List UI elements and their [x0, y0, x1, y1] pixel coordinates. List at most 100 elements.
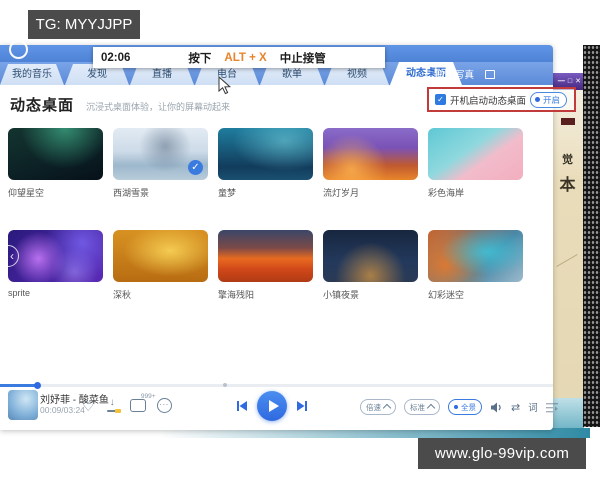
comment-icon[interactable]: 999+: [129, 393, 156, 412]
album-art[interactable]: [8, 390, 38, 420]
player-bar: 刘妤菲 - 酸菜鱼 00:09/03:24 ♡ ↓ 999+ ··· 倍速 标准…: [0, 382, 558, 430]
takeover-time: 02:06: [101, 51, 131, 64]
wallpaper-thumbnail[interactable]: [428, 128, 523, 180]
toggle-dot-icon: [535, 97, 541, 102]
wallpaper-thumbnail[interactable]: [218, 128, 313, 180]
chevron-up-icon: [426, 403, 436, 413]
panorama-label: 全景: [461, 402, 476, 412]
wallpaper-card[interactable]: 流灯岁月: [323, 128, 418, 199]
lyrics-toggle[interactable]: 词: [528, 400, 538, 414]
wallpaper-card[interactable]: ‹ sprite: [8, 230, 103, 301]
more-icon[interactable]: ···: [156, 398, 172, 413]
download-vip-badge: [114, 409, 121, 413]
wallpaper-card[interactable]: 幻彩迷空: [428, 230, 523, 301]
playlist-icon[interactable]: [545, 402, 558, 413]
takeover-notice-bar: 02:06 按下 ALT + X 中止接管: [93, 47, 385, 68]
wallpaper-name: 擎海残阳: [218, 290, 255, 300]
wallpaper-name: 小镇夜景: [323, 290, 360, 300]
like-icon[interactable]: ♡: [82, 399, 95, 413]
selected-check-icon: ✓: [188, 160, 203, 175]
wallpaper-thumbnail[interactable]: ✓: [113, 128, 208, 180]
mouse-cursor: [218, 76, 232, 95]
wallpaper-card[interactable]: 仰望星空: [8, 128, 103, 199]
wallpaper-thumbnail[interactable]: [323, 230, 418, 282]
skin-icon[interactable]: [485, 69, 495, 79]
takeover-hotkey: ALT + X: [224, 51, 267, 64]
annotation-highlight-box: ✓ 开机启动动态桌面 开启: [427, 87, 576, 112]
play-button[interactable]: [257, 391, 287, 421]
progress-bar[interactable]: [0, 382, 553, 389]
wallpaper-thumbnail[interactable]: [323, 128, 418, 180]
wallpaper-card[interactable]: 彩色海岸: [428, 128, 523, 199]
desktop-wallpaper-edge: [583, 45, 600, 427]
decorative-line: [556, 254, 578, 267]
lyrics-photo-label: 歌词写真: [435, 70, 474, 81]
playback-time: 00:09/03:24: [40, 405, 85, 415]
panorama-button[interactable]: 全景: [448, 399, 482, 415]
screen: TG: MYYJJPP — □ ✕ 觉 本 02:06 按下 ALT + X 中…: [0, 0, 600, 480]
page-title: 动态桌面: [10, 97, 75, 114]
song-action-icons: ♡ ↓ 999+ ···: [82, 393, 172, 413]
dynamic-desktop-panel: 动态桌面 沉浸式桌面体验，让你的屏幕动起来 ✓ 开机启动动态桌面 开启 仰望星空…: [0, 85, 576, 385]
play-mode-icon[interactable]: ⇄: [511, 401, 520, 414]
toggle-label: 开启: [543, 94, 561, 105]
wallpaper-thumbnail[interactable]: [428, 230, 523, 282]
wallpaper-thumbnail[interactable]: [113, 230, 208, 282]
maximize-icon[interactable]: □: [568, 78, 572, 85]
wallpaper-card[interactable]: 小镇夜景: [323, 230, 418, 301]
takeover-stop-label: 中止接管: [279, 52, 326, 65]
autostart-label: 开机启动动态桌面: [450, 95, 527, 107]
wallpaper-card[interactable]: 童梦: [218, 128, 313, 199]
autostart-checkbox[interactable]: ✓: [435, 94, 446, 105]
speed-label: 倍速: [366, 402, 381, 412]
carousel-prev-icon[interactable]: ‹: [8, 245, 19, 267]
tg-watermark: TG: MYYJJPP: [28, 10, 140, 39]
wallpaper-name: 彩色海岸: [428, 188, 465, 198]
minimize-icon[interactable]: —: [558, 78, 565, 85]
wallpaper-name: sprite: [8, 288, 31, 298]
page-subtitle: 沉浸式桌面体验，让你的屏幕动起来: [86, 102, 231, 112]
text-fragment: 觉: [562, 154, 573, 166]
text-block-fragment: [560, 118, 575, 125]
progress-handle[interactable]: [34, 382, 41, 389]
progress-marker: [223, 383, 227, 387]
tab-我的音乐[interactable]: 我的音乐: [0, 64, 64, 85]
quality-button[interactable]: 标准: [404, 399, 440, 415]
close-icon[interactable]: ✕: [575, 78, 581, 85]
music-app-window: 02:06 按下 ALT + X 中止接管 我的音乐 发现 直播 电台 歌单 视频 动态桌面…: [0, 40, 576, 430]
download-icon[interactable]: ↓: [106, 397, 121, 413]
hamburger-icon: ☰: [422, 68, 431, 79]
lyrics-photo-button[interactable]: ☰ 歌词写真: [423, 67, 495, 81]
wallpaper-name: 仰望星空: [8, 188, 45, 198]
background-window-content: 觉 本: [551, 90, 584, 398]
url-watermark: www.glo-99vip.com: [418, 438, 586, 469]
previous-track-icon[interactable]: [236, 400, 248, 412]
playback-controls: [236, 391, 308, 421]
app-logo-icon: [9, 40, 28, 59]
download-arrow: ↓: [109, 397, 115, 408]
wallpaper-name: 西湖雪景: [113, 188, 150, 198]
dynamic-desktop-toggle[interactable]: 开启: [530, 91, 568, 108]
wallpaper-thumbnail[interactable]: [8, 128, 103, 180]
wallpaper-thumbnail[interactable]: [218, 230, 313, 282]
wallpaper-card[interactable]: 深秋: [113, 230, 208, 301]
speed-button[interactable]: 倍速: [360, 399, 396, 415]
takeover-press-label: 按下: [188, 52, 212, 65]
volume-icon[interactable]: [490, 402, 503, 413]
player-settings: 倍速 标准 全景 ⇄ 词: [360, 399, 558, 415]
comment-count-badge: 999+: [140, 393, 156, 400]
wallpaper-card[interactable]: ✓ 西湖雪景: [113, 128, 208, 199]
panorama-dot-icon: [454, 405, 458, 409]
quality-label: 标准: [410, 402, 425, 412]
wallpaper-name: 童梦: [218, 188, 237, 198]
progress-fill: [0, 384, 37, 387]
page-head: 动态桌面 沉浸式桌面体验，让你的屏幕动起来: [10, 94, 230, 115]
wallpaper-grid: 仰望星空 ✓ 西湖雪景 童梦 流灯岁月 彩色海岸 ‹ sprite 深秋 擎海残阳 小镇夜景 幻彩迷空: [8, 128, 523, 301]
next-track-icon[interactable]: [296, 400, 308, 412]
wallpaper-thumbnail[interactable]: ‹: [8, 230, 103, 282]
text-fragment: 本: [559, 177, 576, 194]
wallpaper-name: 深秋: [113, 290, 132, 300]
wallpaper-card[interactable]: 擎海残阳: [218, 230, 313, 301]
play-icon: [269, 400, 279, 412]
wallpaper-name: 幻彩迷空: [428, 290, 465, 300]
